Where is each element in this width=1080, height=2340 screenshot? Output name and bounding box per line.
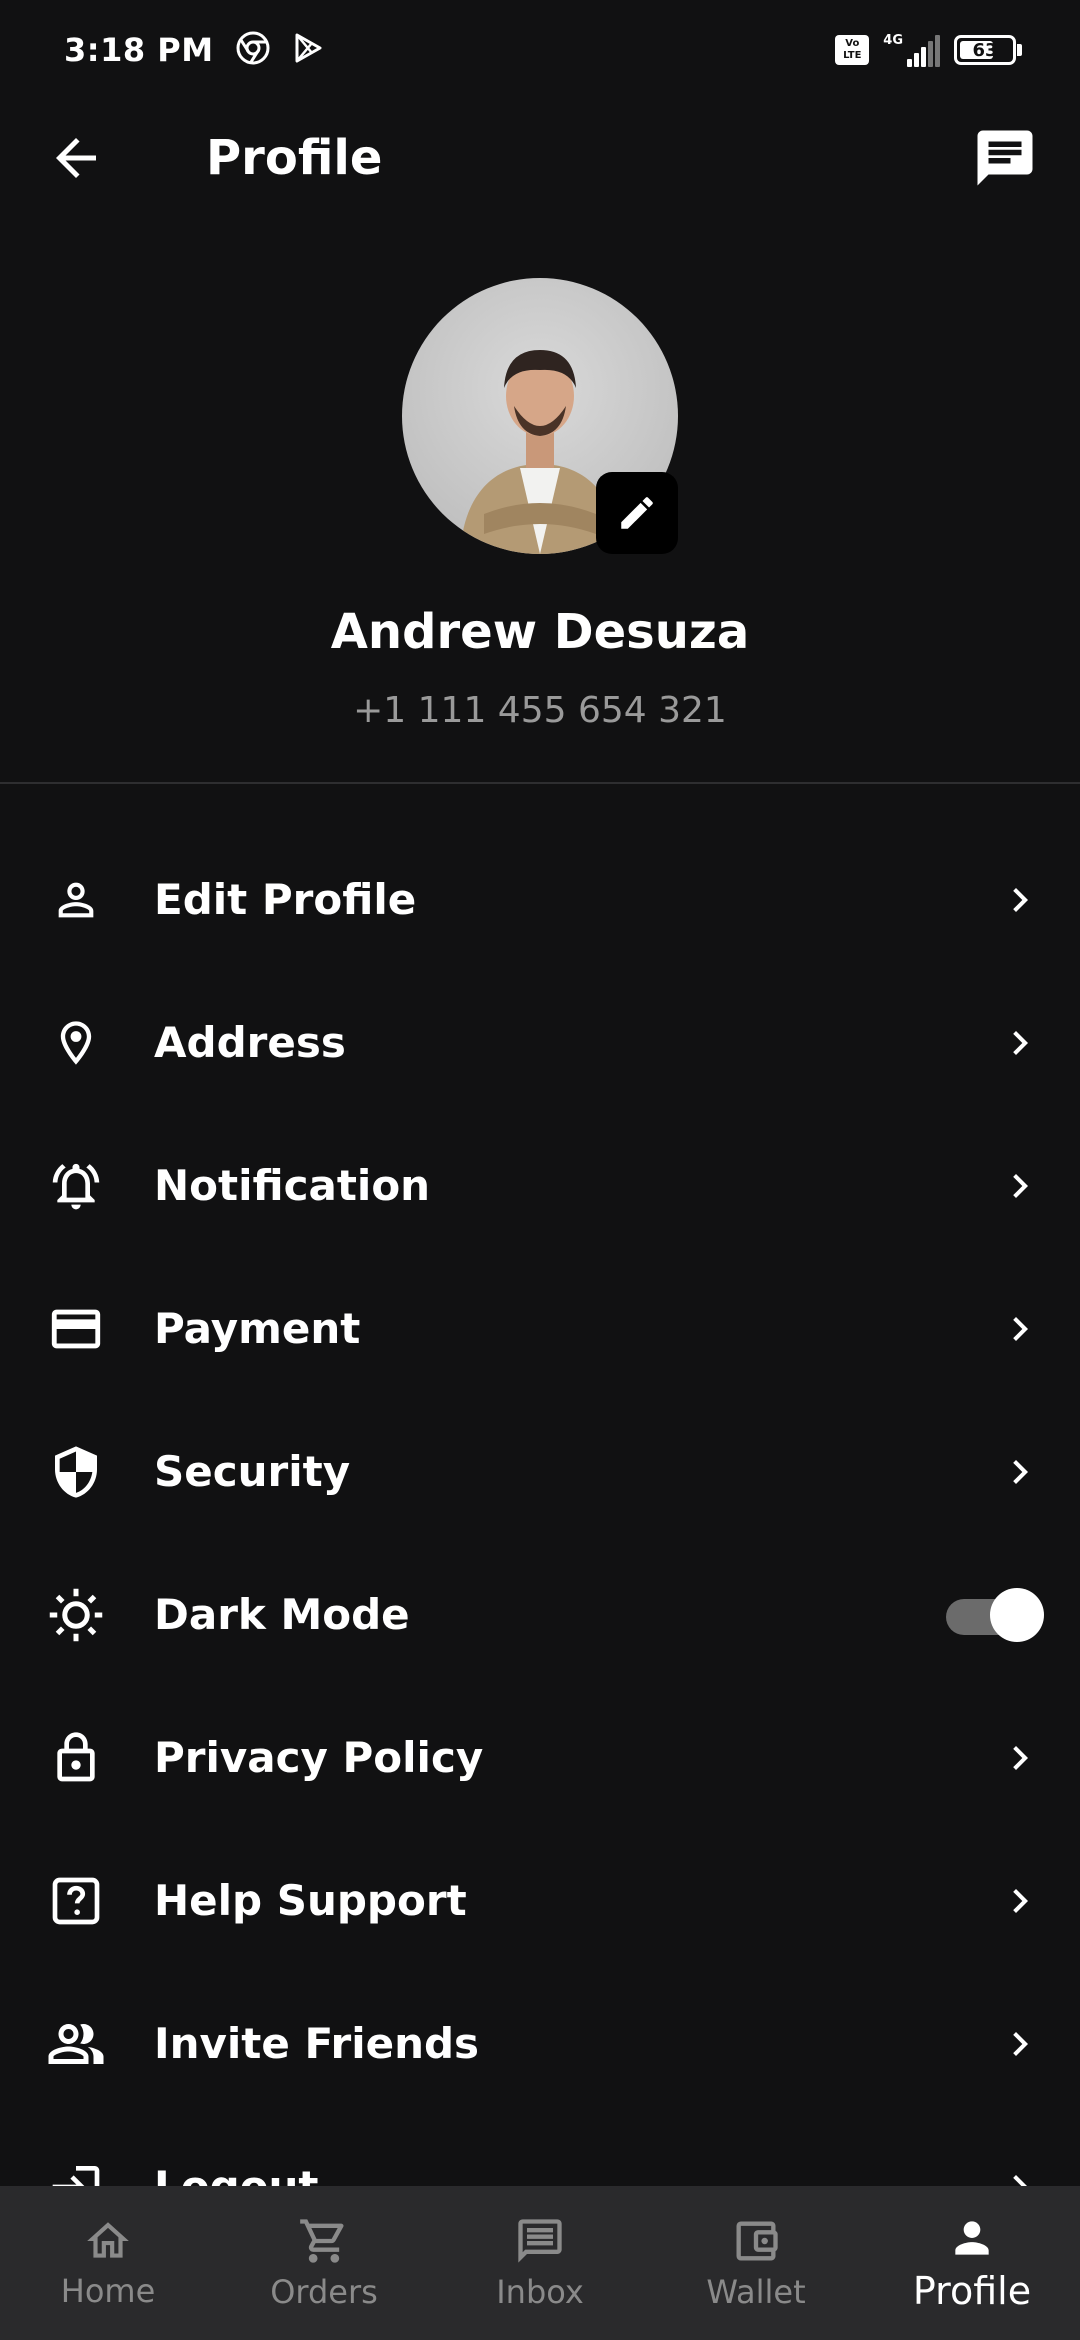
inbox-icon (518, 2219, 562, 2263)
toggle-thumb (990, 1587, 1044, 1642)
nav-label: Home (60, 2272, 156, 2310)
help-icon (46, 1871, 106, 1931)
status-time: 3:18 PM (64, 31, 214, 69)
menu-label: Notification (154, 1161, 431, 1210)
nav-home[interactable]: Home (0, 2186, 216, 2340)
divider (0, 782, 1080, 784)
chevron-right-icon (996, 1162, 1044, 1210)
bell-icon (46, 1156, 106, 1216)
dark-mode-toggle[interactable] (946, 1587, 1044, 1643)
credit-card-icon (46, 1299, 106, 1359)
menu-label: Dark Mode (154, 1590, 410, 1639)
shield-icon (46, 1442, 106, 1502)
lock-icon (46, 1728, 106, 1788)
chat-button[interactable] (972, 125, 1038, 191)
profile-icon (955, 2221, 989, 2255)
wallet-icon (736, 2221, 778, 2261)
menu-label: Help Support (154, 1876, 467, 1925)
chat-icon (977, 130, 1033, 186)
menu-item-dark-mode[interactable]: Dark Mode (0, 1543, 1080, 1686)
menu-label: Address (154, 1018, 346, 1067)
cart-icon (300, 2219, 344, 2263)
edit-avatar-button[interactable] (596, 472, 678, 554)
battery-level: 63 (972, 39, 998, 61)
chevron-right-icon (996, 1734, 1044, 1782)
chevron-right-icon (996, 2020, 1044, 2068)
menu-item-notification[interactable]: Notification (0, 1114, 1080, 1257)
nav-profile[interactable]: Profile (864, 2186, 1080, 2340)
signal-icon: 4G (883, 33, 940, 67)
nav-orders[interactable]: Orders (216, 2186, 432, 2340)
menu-label: Edit Profile (154, 875, 417, 924)
chevron-right-icon (996, 1305, 1044, 1353)
chevron-right-icon (996, 1877, 1044, 1925)
profile-phone: +1 111 455 654 321 (353, 690, 727, 731)
play-store-icon (292, 32, 324, 68)
chevron-right-icon (996, 1448, 1044, 1496)
status-left: 3:18 PM (64, 31, 324, 69)
nav-label: Orders (270, 2273, 378, 2311)
people-icon (46, 2014, 106, 2074)
pencil-icon (621, 497, 653, 529)
menu-label: Invite Friends (154, 2019, 480, 2068)
person-icon (46, 870, 106, 930)
volte-icon: Vo LTE (835, 35, 870, 65)
menu-item-security[interactable]: Security (0, 1400, 1080, 1543)
chevron-right-icon (996, 1019, 1044, 1067)
menu-item-edit-profile[interactable]: Edit Profile (0, 828, 1080, 971)
settings-menu: Edit Profile Address Notification Paymen… (0, 828, 1080, 2258)
profile-block: Andrew Desuza +1 111 455 654 321 (0, 278, 1080, 731)
chrome-icon (236, 31, 270, 69)
status-bar: 3:18 PM Vo LTE 4G 63 (0, 0, 1080, 100)
chevron-right-icon (996, 876, 1044, 924)
location-pin-icon (46, 1013, 106, 1073)
nav-label: Wallet (706, 2273, 806, 2311)
menu-item-invite-friends[interactable]: Invite Friends (0, 1972, 1080, 2115)
menu-item-help-support[interactable]: Help Support (0, 1829, 1080, 1972)
battery-icon: 63 (954, 35, 1022, 65)
app-header: Profile (0, 100, 1080, 216)
nav-inbox[interactable]: Inbox (432, 2186, 648, 2340)
menu-item-address[interactable]: Address (0, 971, 1080, 1114)
avatar-wrap (402, 278, 678, 554)
page-title: Profile (206, 130, 383, 186)
menu-label: Security (154, 1447, 351, 1496)
status-right: Vo LTE 4G 63 (835, 33, 1022, 67)
sun-icon (46, 1585, 106, 1645)
nav-label: Inbox (496, 2273, 584, 2311)
profile-name: Andrew Desuza (330, 604, 750, 660)
back-button[interactable] (46, 128, 106, 188)
menu-label: Payment (154, 1304, 361, 1353)
menu-item-payment[interactable]: Payment (0, 1257, 1080, 1400)
network-type: 4G (883, 33, 903, 48)
nav-label: Profile (912, 2269, 1032, 2313)
menu-label: Privacy Policy (154, 1733, 484, 1782)
bottom-nav: Home Orders Inbox Wallet Profile (0, 2186, 1080, 2340)
menu-item-privacy-policy[interactable]: Privacy Policy (0, 1686, 1080, 1829)
arrow-left-icon (56, 138, 96, 178)
home-icon (87, 2222, 129, 2258)
nav-wallet[interactable]: Wallet (648, 2186, 864, 2340)
